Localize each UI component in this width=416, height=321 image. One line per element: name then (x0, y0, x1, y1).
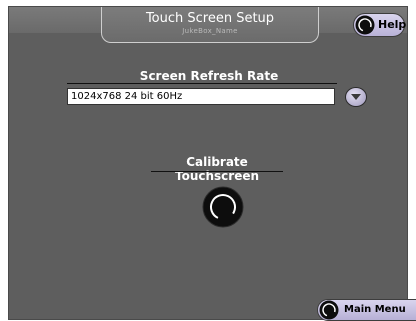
refresh-rate-select[interactable]: 1024x768 24 bit 60Hz (67, 88, 335, 105)
knob-icon (355, 15, 375, 35)
main-menu-button[interactable]: Main Menu (317, 299, 416, 321)
title-tab: Touch Screen Setup JukeBox_Name (101, 7, 319, 43)
page-title: Touch Screen Setup (145, 11, 275, 26)
refresh-heading-underline (67, 83, 337, 84)
help-button[interactable]: Help (353, 13, 407, 37)
help-label: Help (378, 18, 407, 31)
knob-icon (319, 300, 339, 320)
refresh-rate-dropdown-button[interactable] (345, 87, 367, 107)
main-menu-label: Main Menu (344, 304, 406, 315)
touch-screen-setup-panel: Touch Screen Setup JukeBox_Name Help Scr… (8, 6, 416, 321)
jukebox-name: JukeBox_Name (182, 27, 238, 35)
calibrate-touchscreen-button[interactable] (202, 186, 244, 228)
chevron-down-icon (351, 94, 361, 100)
screen-refresh-rate-heading: Screen Refresh Rate (139, 69, 279, 83)
calibrate-heading-underline (151, 171, 283, 172)
calibrate-touchscreen-heading: Calibrate Touchscreen (174, 155, 260, 183)
